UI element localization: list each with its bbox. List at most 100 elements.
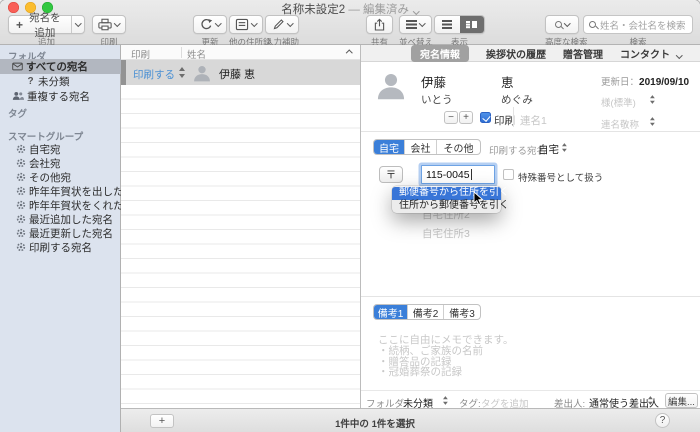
help-button[interactable]: ?	[655, 413, 670, 428]
print-stepper[interactable]	[179, 67, 186, 78]
sidebar-item-all-recipients[interactable]: すべての宛名	[12, 59, 88, 73]
row-selection-strip	[121, 60, 126, 85]
column-header-print[interactable]: 印刷	[131, 47, 150, 61]
add-joint-name-button[interactable]: +	[459, 111, 473, 124]
remove-joint-name-button[interactable]: −	[444, 111, 458, 124]
tab-other-address[interactable]: その他	[437, 140, 480, 154]
tab-gift-management[interactable]: 贈答管理	[563, 46, 603, 61]
add-row-button[interactable]: +	[150, 414, 174, 428]
list-row-selected[interactable]: 印刷する 伊藤 恵	[121, 60, 360, 85]
print-checkbox[interactable]	[480, 112, 491, 123]
title-chevron-down-icon[interactable]	[413, 8, 419, 14]
row-print-toggle[interactable]: 印刷する	[133, 67, 175, 82]
detail-footer: フォルダ: 未分類 タグ: タグを追加 差出人: 通常使う差出人 編集...	[361, 390, 700, 408]
special-number-checkbox[interactable]	[503, 169, 514, 180]
share-group: 共有	[366, 15, 393, 48]
column-header-name[interactable]: 姓名	[187, 47, 206, 61]
sidebar: フォルダ すべての宛名 ? 未分類 重複する宛名 タグ	[0, 45, 121, 432]
view-list-segment[interactable]	[435, 16, 460, 33]
plus-icon: +	[16, 19, 23, 31]
sender-stepper[interactable]	[648, 396, 654, 405]
honorific-select[interactable]: 様(標準)	[601, 95, 636, 109]
column-divider[interactable]	[181, 47, 182, 58]
chevron-down-icon	[251, 20, 257, 26]
memo-tabs: 備考1 備考2 備考3	[373, 304, 481, 320]
other-address-books-button[interactable]	[229, 15, 263, 34]
add-recipient-button[interactable]: + 宛名を追加	[8, 15, 85, 34]
sidebar-header-tags: タグ	[8, 106, 27, 120]
avatar-icon	[192, 63, 212, 83]
toolbar: 名称未設定2 — 編集済み + 宛名を追加 追加	[0, 0, 700, 45]
search-group: 姓名・会社名を検索 検索	[583, 15, 693, 48]
recipient-list: 印刷 姓名 印刷する 伊藤 恵	[121, 45, 360, 408]
tab-greeting-history[interactable]: 挨拶状の履歴	[486, 46, 546, 61]
sort-direction-chevron-up-icon[interactable]	[346, 50, 352, 56]
share-button[interactable]	[366, 15, 393, 34]
tab-memo3[interactable]: 備考3	[444, 305, 480, 319]
view-list-detail-segment[interactable]	[460, 16, 485, 33]
first-name-kana-field[interactable]: めぐみ	[501, 92, 533, 107]
sidebar-item-smart-sent-last-year[interactable]: 昨年年賀状を出した人	[16, 184, 134, 198]
sidebar-item-smart-other[interactable]: その他宛	[16, 170, 71, 184]
tab-company-address[interactable]: 会社	[405, 140, 437, 154]
tab-memo1[interactable]: 備考1	[374, 305, 408, 319]
postal-mark-button[interactable]: 〒	[379, 166, 403, 183]
sidebar-item-smart-recently-updated[interactable]: 最近更新した宛名	[16, 226, 113, 240]
last-name-kana-field[interactable]: いとう	[421, 92, 453, 107]
gear-icon	[16, 186, 26, 196]
add-recipient-group: + 宛名を追加 追加	[8, 15, 85, 48]
advanced-search-button[interactable]	[545, 15, 579, 34]
search-input[interactable]: 姓名・会社名を検索	[583, 15, 693, 34]
chevron-down-icon	[676, 52, 682, 58]
first-name-field[interactable]: 恵	[501, 72, 514, 91]
postal-code-input[interactable]: 115-0045	[421, 165, 495, 184]
honorific-stepper[interactable]	[650, 95, 656, 104]
address-type-tabs: 自宅 会社 その他	[373, 139, 481, 155]
print-address-stepper[interactable]	[562, 143, 568, 152]
menu-item-postal-to-address[interactable]: 郵便番号から住所を引く	[392, 187, 501, 200]
sort-group: 並べ替え	[399, 15, 433, 48]
search-icon	[555, 21, 562, 28]
sidebar-item-uncategorized[interactable]: ? 未分類	[26, 74, 70, 88]
sidebar-item-smart-home[interactable]: 自宅宛	[16, 142, 61, 156]
joint-honorific-stepper[interactable]	[650, 117, 656, 126]
memo-textarea[interactable]: ここに自由にメモできます。 ・続柄、ご家族の名前 ・贈答品の記録 ・冠婚葬祭の記…	[378, 335, 513, 378]
tab-memo2[interactable]: 備考2	[408, 305, 444, 319]
print-group: 印刷	[92, 15, 126, 48]
sidebar-item-smart-recently-added[interactable]: 最近追加した宛名	[16, 212, 113, 226]
chevron-down-icon	[287, 20, 293, 26]
input-assist-button[interactable]	[265, 15, 299, 34]
envelope-icon	[12, 62, 23, 71]
sidebar-item-smart-company[interactable]: 会社宛	[16, 156, 61, 170]
add-recipient-dropdown[interactable]	[71, 16, 84, 33]
tab-contact[interactable]: コンタクト	[620, 46, 681, 61]
home-address3-field[interactable]: 自宅住所3	[422, 226, 470, 241]
menu-item-address-to-postal[interactable]: 住所から郵便番号を引く	[392, 200, 501, 213]
updated-label: 更新日：2019/09/10	[601, 74, 689, 88]
sidebar-item-smart-to-print[interactable]: 印刷する宛名	[16, 240, 92, 254]
joint-name-field[interactable]: 連名1	[520, 113, 547, 128]
update-button[interactable]	[193, 15, 227, 34]
edit-sender-button[interactable]: 編集...	[665, 393, 698, 408]
print-address-select[interactable]: 自宅	[538, 142, 559, 157]
refresh-icon	[200, 18, 213, 31]
empty-rows[interactable]	[121, 85, 360, 408]
printer-icon	[98, 18, 112, 31]
status-bar: + 1件中の 1件を選択 ?	[121, 408, 700, 432]
folder-stepper[interactable]	[443, 396, 449, 405]
chevron-down-icon	[114, 20, 120, 26]
avatar-icon[interactable]	[374, 69, 408, 102]
divider	[361, 131, 700, 132]
sort-button[interactable]	[399, 15, 432, 34]
update-group: 更新	[193, 15, 227, 48]
sidebar-item-duplicates[interactable]: 重複する宛名	[12, 89, 90, 103]
print-button[interactable]	[92, 15, 126, 34]
list-header: 印刷 姓名	[121, 45, 360, 60]
sidebar-item-smart-received-last-year[interactable]: 昨年年賀状をくれた人	[16, 198, 134, 212]
last-name-field[interactable]: 伊藤	[421, 72, 446, 91]
joint-honorific-select[interactable]: 連名敬称	[601, 117, 639, 131]
detail-tab-bar: 宛名情報 挨拶状の履歴 贈答管理 コンタクト	[361, 45, 700, 62]
tab-home-address[interactable]: 自宅	[374, 140, 405, 154]
tab-recipient-info[interactable]: 宛名情報	[411, 45, 469, 62]
text-caret	[471, 169, 472, 180]
